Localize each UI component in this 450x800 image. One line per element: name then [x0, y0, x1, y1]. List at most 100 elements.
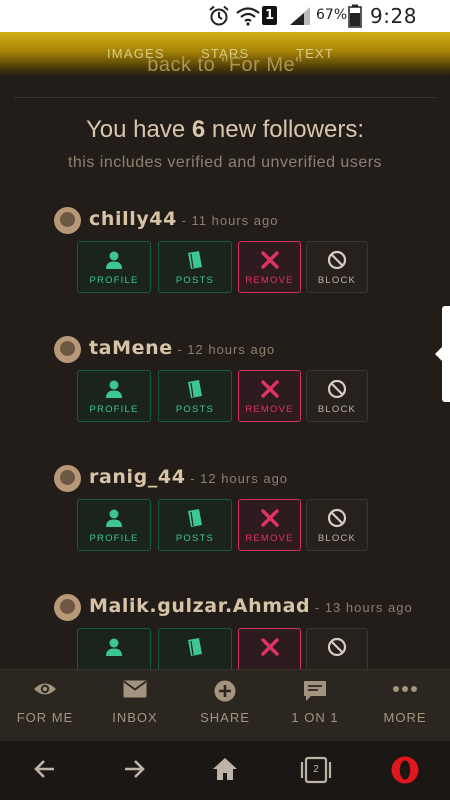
username[interactable]: ranig_44 - 12 hours ago — [89, 466, 288, 488]
battery-percent: 67% — [316, 7, 348, 23]
envelope-icon — [123, 680, 147, 698]
nav-1-on-1[interactable]: 1 ON 1 — [270, 670, 360, 742]
posts-icon — [188, 251, 202, 269]
home-icon[interactable] — [212, 757, 238, 781]
avatar[interactable] — [54, 465, 81, 492]
block-button[interactable]: BLOCK — [306, 370, 368, 422]
follow-time: - 13 hours ago — [310, 600, 413, 615]
remove-label: REMOVE — [245, 404, 294, 415]
block-label: BLOCK — [317, 275, 357, 286]
signal-icon — [290, 7, 310, 25]
avatar[interactable] — [54, 207, 81, 234]
profile-label: PROFILE — [89, 404, 139, 415]
nav-label: INBOX — [112, 710, 158, 725]
plus-circle-icon — [214, 680, 236, 702]
nav-share[interactable]: SHARE — [180, 670, 270, 742]
remove-button[interactable]: REMOVE — [238, 370, 301, 422]
close-icon — [260, 509, 279, 527]
headline-suffix: new followers: — [205, 116, 364, 143]
profile-button[interactable]: PROFILE — [77, 241, 151, 293]
follower-item: Malik.gulzar.Ahmad - 13 hours ago — [0, 594, 450, 669]
follow-time: - 12 hours ago — [172, 342, 276, 357]
person-icon — [106, 509, 122, 527]
posts-icon — [188, 380, 202, 398]
nav-more[interactable]: MORE — [360, 670, 450, 742]
avatar[interactable] — [54, 336, 81, 363]
remove-label: REMOVE — [245, 275, 294, 286]
remove-button[interactable]: REMOVE — [238, 499, 301, 551]
sim-badge: 1 — [262, 6, 277, 25]
follower-count: 6 — [191, 116, 206, 143]
profile-button[interactable] — [77, 628, 151, 669]
browser-toolbar: 2 — [0, 741, 450, 800]
close-icon — [260, 251, 279, 269]
side-drawer-handle[interactable] — [435, 306, 450, 402]
posts-label: POSTS — [175, 404, 215, 415]
back-to-for-me-link[interactable]: back to "For Me" — [0, 54, 450, 77]
person-icon — [106, 380, 122, 398]
block-icon — [327, 637, 347, 657]
nav-label: SHARE — [200, 710, 250, 725]
block-icon — [327, 379, 347, 399]
block-icon — [327, 250, 347, 270]
username[interactable]: taMene - 12 hours ago — [89, 337, 275, 359]
nav-label: 1 ON 1 — [291, 710, 339, 725]
follow-time: - 11 hours ago — [176, 213, 279, 228]
block-button[interactable] — [306, 628, 368, 669]
follower-item: taMene - 12 hours ago PROFILE POSTS REMO… — [0, 336, 450, 456]
posts-button[interactable]: POSTS — [158, 499, 232, 551]
username[interactable]: chilly44 - 11 hours ago — [89, 208, 278, 230]
nav-for-me[interactable]: FOR ME — [0, 670, 90, 742]
forward-arrow-icon[interactable] — [122, 757, 146, 781]
profile-button[interactable]: PROFILE — [77, 499, 151, 551]
chat-icon — [304, 681, 326, 701]
more-dots-icon — [393, 686, 417, 692]
username-text: chilly44 — [89, 208, 177, 230]
block-button[interactable]: BLOCK — [306, 241, 368, 293]
followers-headline: You have 6 new followers: — [0, 116, 450, 144]
remove-button[interactable] — [238, 628, 301, 669]
username[interactable]: Malik.gulzar.Ahmad - 13 hours ago — [89, 595, 413, 617]
posts-button[interactable]: POSTS — [158, 370, 232, 422]
posts-label: POSTS — [175, 533, 215, 544]
nav-label: MORE — [383, 710, 427, 725]
posts-button[interactable]: POSTS — [158, 241, 232, 293]
bottom-nav: FOR ME INBOX SHARE 1 ON 1 MORE — [0, 669, 450, 741]
nav-label: FOR ME — [16, 710, 74, 725]
follow-time: - 12 hours ago — [185, 471, 289, 486]
profile-label: PROFILE — [89, 533, 139, 544]
eye-icon — [34, 683, 56, 695]
followers-subtitle: this includes verified and unverified us… — [67, 154, 383, 171]
profile-button[interactable]: PROFILE — [77, 370, 151, 422]
avatar[interactable] — [54, 594, 81, 621]
posts-label: POSTS — [175, 275, 215, 286]
posts-icon — [188, 638, 202, 656]
person-icon — [106, 638, 122, 656]
status-bar: 1 67% 9:28 PM — [0, 0, 450, 52]
block-icon — [327, 508, 347, 528]
nav-inbox[interactable]: INBOX — [90, 670, 180, 742]
posts-icon — [188, 509, 202, 527]
close-icon — [260, 638, 279, 656]
remove-button[interactable]: REMOVE — [238, 241, 301, 293]
block-label: BLOCK — [317, 404, 357, 415]
follower-item: chilly44 - 11 hours ago PROFILE POSTS RE… — [0, 207, 450, 327]
block-label: BLOCK — [317, 533, 357, 544]
close-icon — [260, 380, 279, 398]
wifi-icon — [236, 7, 260, 26]
remove-label: REMOVE — [245, 533, 294, 544]
back-arrow-icon[interactable] — [33, 757, 57, 781]
opera-icon[interactable] — [390, 755, 420, 785]
profile-label: PROFILE — [89, 275, 139, 286]
username-text: taMene — [89, 337, 173, 359]
tab-count: 2 — [313, 764, 319, 775]
alarm-icon — [209, 5, 229, 26]
battery-icon — [348, 4, 362, 28]
tabs-button[interactable]: 2 — [300, 756, 332, 784]
username-text: Malik.gulzar.Ahmad — [89, 595, 311, 617]
follower-item: ranig_44 - 12 hours ago PROFILE POSTS RE… — [0, 465, 450, 585]
posts-button[interactable] — [158, 628, 232, 669]
person-icon — [106, 251, 122, 269]
block-button[interactable]: BLOCK — [306, 499, 368, 551]
divider — [14, 97, 436, 98]
